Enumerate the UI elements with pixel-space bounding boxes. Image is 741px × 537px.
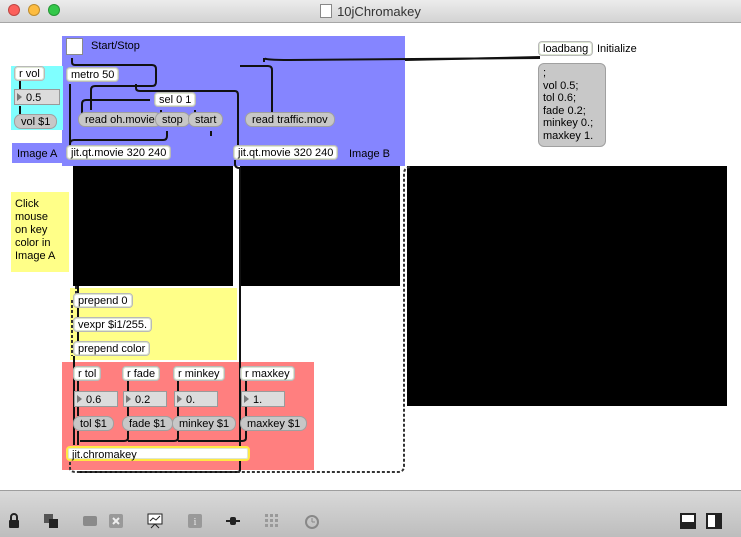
presentation-icon[interactable] [147, 513, 163, 529]
bottom-toolbar: i [0, 490, 741, 537]
r-minkey-object[interactable]: r minkey [173, 366, 225, 381]
start-stop-toggle[interactable] [66, 38, 83, 55]
jit-qt-movie-b[interactable]: jit.qt.movie 320 240 [233, 145, 339, 160]
minkey-message[interactable]: minkey $1 [172, 416, 237, 431]
grid-icon[interactable] [264, 513, 280, 529]
r-maxkey-object[interactable]: r maxkey [240, 366, 295, 381]
click-instruction-note: Click mouse on key color in Image A [15, 198, 56, 262]
inspector-icon[interactable] [225, 513, 241, 529]
tol-message[interactable]: tol $1 [73, 416, 114, 431]
jit-qt-movie-a[interactable]: jit.qt.movie 320 240 [66, 145, 172, 160]
fade-number-box[interactable]: 0.2 [123, 391, 167, 407]
prepend-0-object[interactable]: prepend 0 [73, 293, 133, 308]
vol-number-box[interactable]: 0.5 [14, 89, 60, 105]
tol-number-box[interactable]: 0.6 [74, 391, 118, 407]
stop-message[interactable]: stop [155, 112, 190, 127]
lock-icon[interactable] [6, 513, 22, 529]
sel-object[interactable]: sel 0 1 [154, 92, 197, 107]
start-stop-label: Start/Stop [91, 40, 140, 52]
r-fade-object[interactable]: r fade [122, 366, 161, 381]
maxkey-number-box[interactable]: 1. [241, 391, 285, 407]
paste-icon[interactable] [82, 513, 98, 529]
panel-left-icon[interactable] [680, 513, 696, 529]
jit-chromakey-object[interactable]: jit.chromakey [66, 446, 250, 461]
clock-icon[interactable] [304, 513, 320, 529]
image-a-label: Image A [17, 148, 58, 160]
loadbang-object[interactable]: loadbang [538, 41, 594, 56]
start-message[interactable]: start [188, 112, 224, 127]
info-icon[interactable]: i [187, 513, 203, 529]
new-object-icon[interactable] [43, 513, 59, 529]
vexpr-object[interactable]: vexpr $i1/255. [73, 317, 153, 332]
read-traffic-message[interactable]: read traffic.mov [245, 112, 335, 127]
image-b-label: Image B [349, 148, 390, 160]
maxkey-message[interactable]: maxkey $1 [240, 416, 308, 431]
r-tol-object[interactable]: r tol [73, 366, 102, 381]
read-oh-movie-message[interactable]: read oh.movie [78, 112, 162, 127]
metro-object[interactable]: metro 50 [66, 67, 120, 82]
r-vol-object[interactable]: r vol [14, 66, 45, 81]
svg-text:i: i [194, 517, 197, 528]
delete-icon[interactable] [108, 513, 124, 529]
initialize-label: Initialize [597, 43, 637, 55]
vol-message[interactable]: vol $1 [14, 114, 58, 129]
prepend-color-object[interactable]: prepend color [73, 341, 151, 356]
minkey-number-box[interactable]: 0. [174, 391, 218, 407]
panel-right-icon[interactable] [706, 513, 722, 529]
fade-message[interactable]: fade $1 [122, 416, 173, 431]
init-message[interactable]: ; vol 0.5; tol 0.6; fade 0.2; minkey 0.;… [538, 63, 606, 147]
